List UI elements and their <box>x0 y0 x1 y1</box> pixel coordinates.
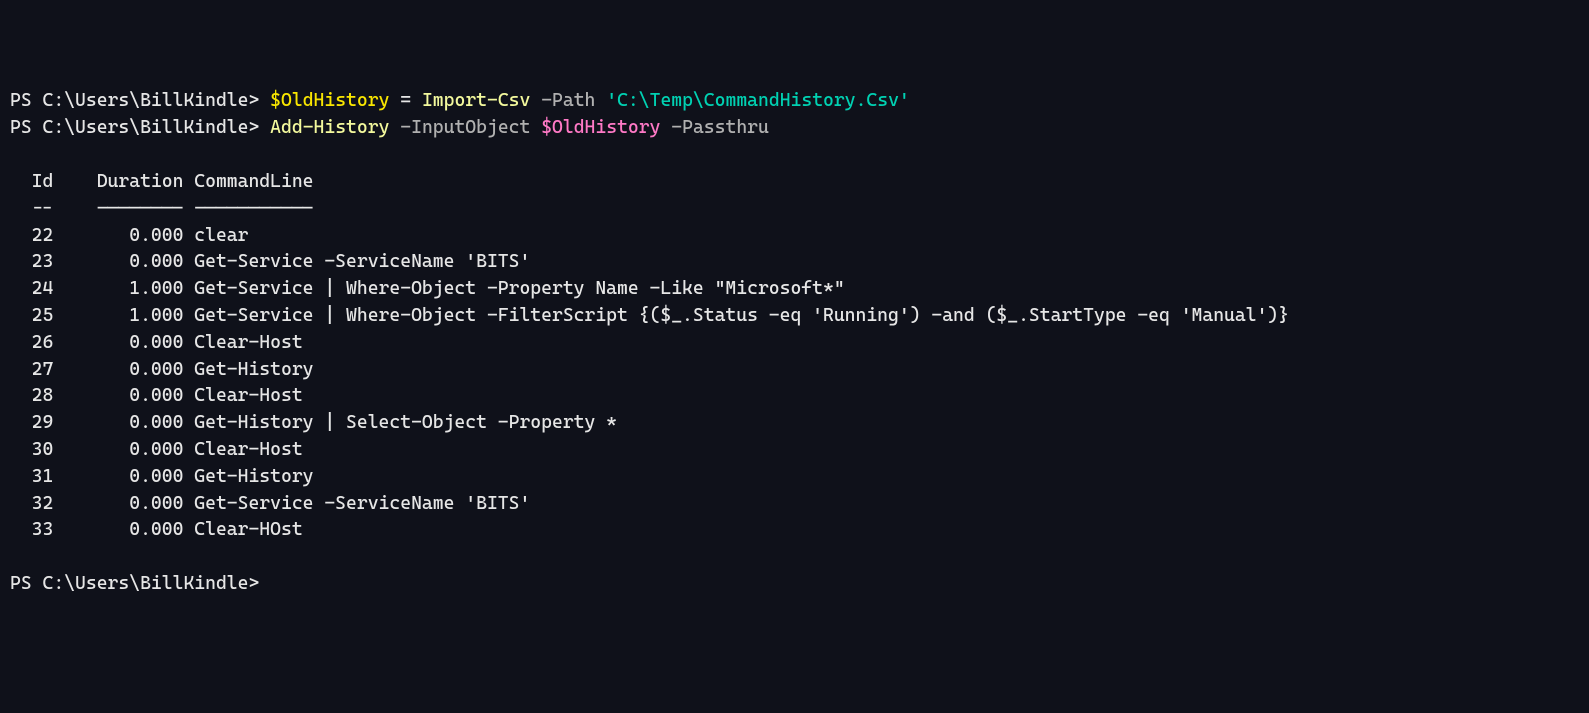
cell-duration: 1.000 <box>53 303 183 330</box>
param-path: -Path <box>530 90 606 111</box>
cell-commandline: clear <box>183 223 248 250</box>
cell-id: 26 <box>10 330 53 357</box>
cell-commandline: Clear-Host <box>183 437 302 464</box>
table-row: 220.000clear <box>10 223 1579 250</box>
cell-id: 33 <box>10 517 53 544</box>
cell-duration: 0.000 <box>53 383 183 410</box>
rule-commandline: ----------- <box>183 196 313 223</box>
table-row: 330.000Clear-HOst <box>10 517 1579 544</box>
cell-commandline: Get-Service -ServiceName 'BITS' <box>183 491 530 518</box>
table-row: 251.000Get-Service | Where-Object -Filte… <box>10 303 1579 330</box>
cell-duration: 0.000 <box>53 249 183 276</box>
terminal-output: PS C:\Users\BillKindle> $OldHistory = Im… <box>10 88 1579 597</box>
table-row: 270.000Get-History <box>10 357 1579 384</box>
variable-use: $OldHistory <box>541 117 660 138</box>
cell-duration: 0.000 <box>53 464 183 491</box>
cell-commandline: Clear-HOst <box>183 517 302 544</box>
cell-id: 24 <box>10 276 53 303</box>
cell-commandline: Get-History <box>183 464 313 491</box>
cell-id: 28 <box>10 383 53 410</box>
cell-id: 30 <box>10 437 53 464</box>
cell-id: 27 <box>10 357 53 384</box>
cell-id: 23 <box>10 249 53 276</box>
command-line-3[interactable]: PS C:\Users\BillKindle> <box>10 571 1579 598</box>
cell-id: 31 <box>10 464 53 491</box>
prompt: PS C:\Users\BillKindle> <box>10 90 259 111</box>
cell-id: 25 <box>10 303 53 330</box>
cell-duration: 0.000 <box>53 357 183 384</box>
path-string: 'C:\Temp\CommandHistory.Csv' <box>606 90 910 111</box>
table-rule-row: --------------------- <box>10 196 1579 223</box>
cell-commandline: Get-Service -ServiceName 'BITS' <box>183 249 530 276</box>
table-row: 241.000Get-Service | Where-Object -Prope… <box>10 276 1579 303</box>
table-row: 320.000Get-Service -ServiceName 'BITS' <box>10 491 1579 518</box>
rule-id: -- <box>10 196 53 223</box>
cell-id: 22 <box>10 223 53 250</box>
cell-id: 29 <box>10 410 53 437</box>
cell-commandline: Get-Service | Where-Object -Property Nam… <box>183 276 844 303</box>
cell-id: 32 <box>10 491 53 518</box>
table-header-row: IdDurationCommandLine <box>10 169 1579 196</box>
prompt: PS C:\Users\BillKindle> <box>10 573 259 594</box>
param-passthru: -Passthru <box>660 117 768 138</box>
prompt: PS C:\Users\BillKindle> <box>10 117 259 138</box>
table-row: 260.000Clear-Host <box>10 330 1579 357</box>
rule-duration: -------- <box>53 196 183 223</box>
command-line-2[interactable]: PS C:\Users\BillKindle> Add-History -Inp… <box>10 115 1579 142</box>
variable-assign: $OldHistory <box>270 90 389 111</box>
cell-duration: 0.000 <box>53 491 183 518</box>
cell-commandline: Clear-Host <box>183 383 302 410</box>
table-row: 310.000Get-History <box>10 464 1579 491</box>
cell-commandline: Get-History <box>183 357 313 384</box>
header-duration: Duration <box>53 169 183 196</box>
cell-commandline: Clear-Host <box>183 330 302 357</box>
equals-operator: = <box>389 90 422 111</box>
header-commandline: CommandLine <box>183 169 313 196</box>
cell-commandline: Get-Service | Where-Object -FilterScript… <box>183 303 1289 330</box>
table-row: 280.000Clear-Host <box>10 383 1579 410</box>
cell-duration: 0.000 <box>53 330 183 357</box>
param-inputobject: -InputObject <box>389 117 541 138</box>
table-row: 300.000Clear-Host <box>10 437 1579 464</box>
cell-duration: 0.000 <box>53 437 183 464</box>
cell-duration: 0.000 <box>53 410 183 437</box>
header-id: Id <box>10 169 53 196</box>
table-row: 230.000Get-Service -ServiceName 'BITS' <box>10 249 1579 276</box>
command-line-1[interactable]: PS C:\Users\BillKindle> $OldHistory = Im… <box>10 88 1579 115</box>
cell-duration: 0.000 <box>53 517 183 544</box>
cmdlet-add-history: Add-History <box>270 117 389 138</box>
cell-commandline: Get-History | Select-Object -Property * <box>183 410 617 437</box>
table-row: 290.000Get-History | Select-Object -Prop… <box>10 410 1579 437</box>
cell-duration: 0.000 <box>53 223 183 250</box>
cmdlet-import-csv: Import-Csv <box>422 90 530 111</box>
cell-duration: 1.000 <box>53 276 183 303</box>
